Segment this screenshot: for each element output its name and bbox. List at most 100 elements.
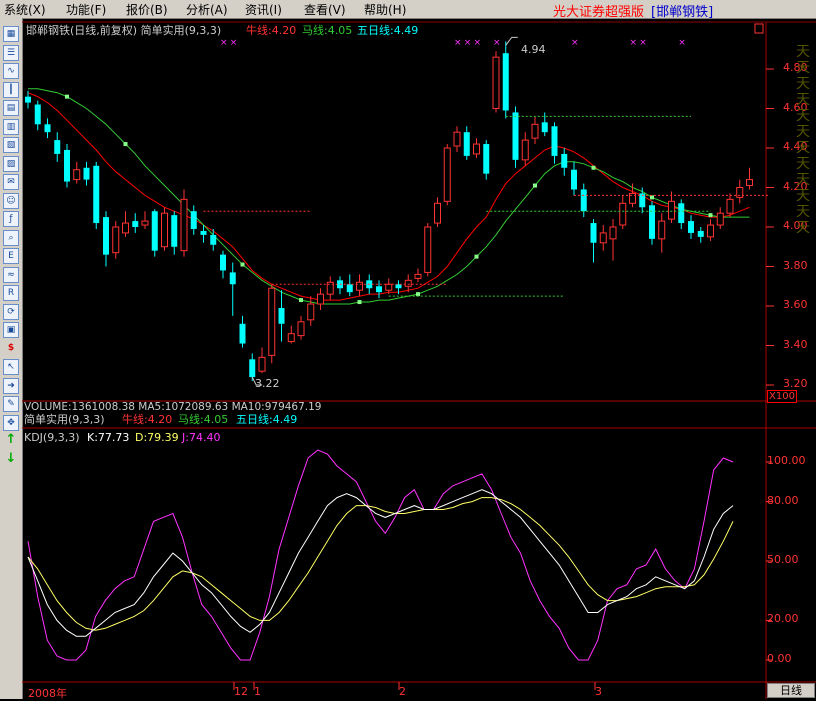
price-tick-label: 3.80 (783, 258, 808, 272)
line-chart-icon[interactable]: ∿ (3, 63, 19, 79)
kdj-j-value: J:74.40 (182, 431, 221, 444)
candle-body (112, 226, 120, 254)
candle-body (404, 279, 412, 287)
menu-view[interactable]: 查看(V) (304, 1, 346, 18)
side-scroll-text: 天天天天天天天天天天天天 (796, 44, 810, 236)
candle-body (541, 122, 548, 133)
arrow-up-icon[interactable]: ↑ (3, 433, 19, 449)
fw-icon[interactable]: ƒ (3, 211, 19, 227)
signal-marker: × (571, 38, 579, 48)
pointer-icon[interactable]: ↖ (3, 359, 19, 375)
cols-icon[interactable]: ▣ (3, 322, 19, 338)
price-tick-label: 3.60 (783, 298, 808, 311)
list-icon[interactable]: ☰ (3, 44, 19, 61)
candle-body (258, 356, 266, 372)
sync-icon[interactable]: ⟳ (3, 303, 19, 320)
signal-marker: × (454, 38, 462, 48)
menu-bar: 系统(X) 功能(F) 报价(B) 分析(A) 资讯(I) 查看(V) 帮助(H… (0, 0, 816, 20)
price-tick-label: 3.40 (783, 337, 808, 351)
wave-icon[interactable]: ≈ (3, 266, 19, 283)
signal-marker: × (474, 38, 482, 48)
xaxis-label-feb: 2 (399, 685, 406, 698)
candle-body (395, 284, 402, 289)
candle-body (64, 149, 70, 182)
candle-body (297, 321, 305, 337)
xaxis-label-jan: 1 (254, 685, 261, 698)
candle-body (346, 284, 353, 293)
kdj-d-value: D:79.39 (135, 431, 179, 444)
candle-body (171, 215, 178, 247)
menu-system[interactable]: 系统(X) (4, 1, 46, 18)
candle-body (551, 126, 558, 156)
kdj-d-line (27, 497, 734, 631)
candle-body (678, 203, 685, 224)
panel-icon[interactable]: ▥ (3, 118, 19, 135)
candle-body (609, 226, 617, 240)
kdj-tick-label: 80.00 (767, 493, 799, 507)
candle-body (649, 205, 655, 239)
chart-canvas: × × × × × × × × × × (22, 21, 816, 699)
menu-help[interactable]: 帮助(H) (364, 1, 406, 18)
candle-body (453, 131, 461, 147)
kdj-tick-label: 0.00 (767, 652, 792, 665)
zoom-icon[interactable]: ⌕ (3, 229, 19, 246)
five-day-line-label: 五日线:4.49 (357, 24, 419, 37)
kdj-k-value: K:77.73 (87, 431, 130, 444)
doc-icon[interactable]: ▨ (3, 155, 19, 172)
candle-body (590, 223, 597, 243)
candle-body (619, 202, 627, 226)
candles-icon[interactable]: ┃ (3, 81, 19, 98)
move-icon[interactable]: ✥ (3, 414, 19, 431)
candle-body (483, 144, 490, 174)
mail-icon[interactable]: ✉ (3, 174, 19, 190)
eit-icon[interactable]: E (3, 248, 19, 264)
candle-body (83, 167, 90, 180)
candle-body (473, 143, 480, 155)
candle-body (54, 140, 61, 154)
candle-body (716, 212, 724, 226)
candle-body (141, 220, 149, 226)
candle-body (746, 179, 753, 187)
dollar-icon[interactable]: $ (3, 341, 19, 357)
candle-body (531, 123, 539, 139)
candle-body (599, 232, 607, 244)
candle-body (151, 211, 158, 251)
ma-green-marker (123, 142, 128, 147)
candle-body (190, 211, 197, 229)
candle-body (268, 287, 276, 356)
window-small-icon[interactable] (754, 23, 764, 34)
candle-body (512, 112, 519, 160)
menu-analysis[interactable]: 分析(A) (186, 1, 228, 18)
signal-marker: × (493, 38, 501, 48)
arrow-down-icon[interactable]: ↓ (3, 451, 19, 468)
report-icon[interactable]: ▧ (3, 137, 19, 153)
menu-function[interactable]: 功能(F) (66, 1, 106, 18)
menu-info[interactable]: 资讯(I) (245, 1, 282, 18)
candle-body (287, 333, 295, 343)
grid-icon[interactable]: ▦ (3, 26, 19, 42)
import-icon[interactable]: ➜ (3, 377, 19, 394)
table-icon[interactable]: ▤ (3, 100, 19, 116)
candle-body (688, 221, 694, 233)
rsi-icon[interactable]: R (3, 285, 19, 301)
candle-body (697, 230, 704, 237)
kdj-title: KDJ(9,3,3) (24, 431, 80, 444)
ma-green-marker (299, 298, 303, 303)
candle-body (571, 169, 577, 190)
candle-body (132, 221, 139, 227)
high-pointer (505, 36, 518, 46)
kdj-tick-label: 50.00 (767, 553, 799, 566)
niu-line-label: 牛线:4.20 (246, 24, 297, 37)
ma-green-marker (416, 292, 420, 297)
candle-body (34, 104, 41, 125)
candle-body (434, 202, 441, 224)
ma-green-marker (240, 262, 245, 267)
candle-body (463, 132, 470, 156)
period-daily-button[interactable]: 日线 (767, 683, 815, 698)
candle-body (356, 281, 363, 291)
people-icon[interactable]: ☺ (3, 192, 19, 209)
x100-button[interactable]: X100 (767, 390, 797, 403)
pen-icon[interactable]: ✎ (3, 396, 19, 412)
menu-quote[interactable]: 报价(B) (126, 1, 168, 18)
signal-marker: × (630, 38, 638, 48)
